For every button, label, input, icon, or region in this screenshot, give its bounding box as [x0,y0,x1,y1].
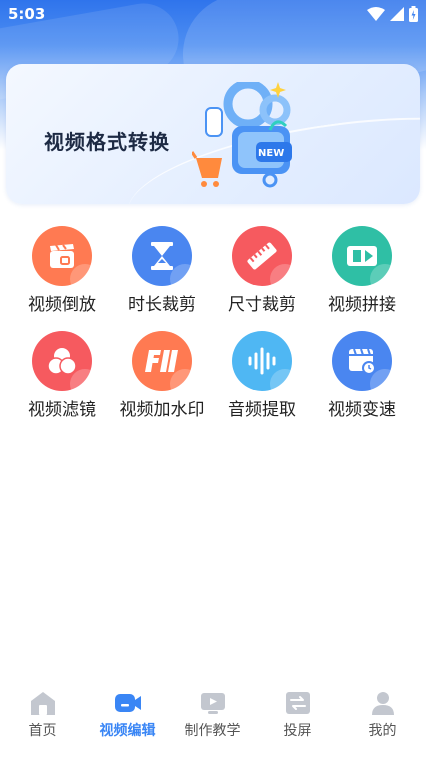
tab-label: 投屏 [283,723,312,739]
tool-label: 视频加水印 [119,400,205,420]
ruler-icon [232,226,292,286]
tab-label: 首页 [28,723,57,739]
tool-label: 时长裁剪 [128,295,196,315]
watermark-icon [132,331,192,391]
status-time: 5:03 [8,5,46,23]
format-convert-banner[interactable]: 视频格式转换 NEW [6,64,420,204]
signal-icon [390,7,404,21]
hourglass-icon [132,226,192,286]
tool-label: 音频提取 [228,400,296,420]
video-convert-illustration-icon: NEW [192,82,292,188]
film-join-icon [332,226,392,286]
speed-clock-icon [332,331,392,391]
bottom-tab-bar: 首页 视频编辑 制作教学 投屏 我的 [0,680,426,759]
tab-label: 制作教学 [184,723,241,739]
tool-label: 视频拼接 [328,295,396,315]
status-bar: 5:03 [0,0,426,30]
new-badge-text: NEW [258,148,284,159]
tool-video-filter[interactable]: 视频滤镜 [12,331,112,420]
tab-cast[interactable]: 投屏 [255,690,340,740]
cast-icon [285,692,310,714]
tool-duration-trim[interactable]: 时长裁剪 [112,226,212,315]
tab-label: 我的 [368,723,397,739]
wifi-icon [367,7,385,21]
tool-video-reverse[interactable]: 视频倒放 [12,226,112,315]
tab-home[interactable]: 首页 [0,690,85,740]
user-icon [371,692,394,715]
filter-circles-icon [32,331,92,391]
tutorial-icon [200,693,225,714]
video-camera-icon [114,694,141,712]
tool-size-crop[interactable]: 尺寸裁剪 [212,226,312,315]
battery-icon [409,6,418,22]
tool-label: 视频变速 [328,400,396,420]
clapper-icon [32,226,92,286]
tool-label: 视频滤镜 [28,400,96,420]
soundwave-icon [232,331,292,391]
tool-add-watermark[interactable]: 视频加水印 [112,331,212,420]
tool-label: 尺寸裁剪 [228,295,296,315]
tool-video-speed[interactable]: 视频变速 [312,331,412,420]
tool-video-join[interactable]: 视频拼接 [312,226,412,315]
tool-audio-extract[interactable]: 音频提取 [212,331,312,420]
tool-label: 视频倒放 [28,295,96,315]
tab-tutorial[interactable]: 制作教学 [170,690,255,740]
home-icon [30,692,55,715]
tab-mine[interactable]: 我的 [340,690,425,740]
banner-title: 视频格式转换 [44,130,170,154]
status-icons [367,6,418,22]
tab-label: 视频编辑 [99,723,156,739]
tab-video-edit[interactable]: 视频编辑 [85,690,170,740]
